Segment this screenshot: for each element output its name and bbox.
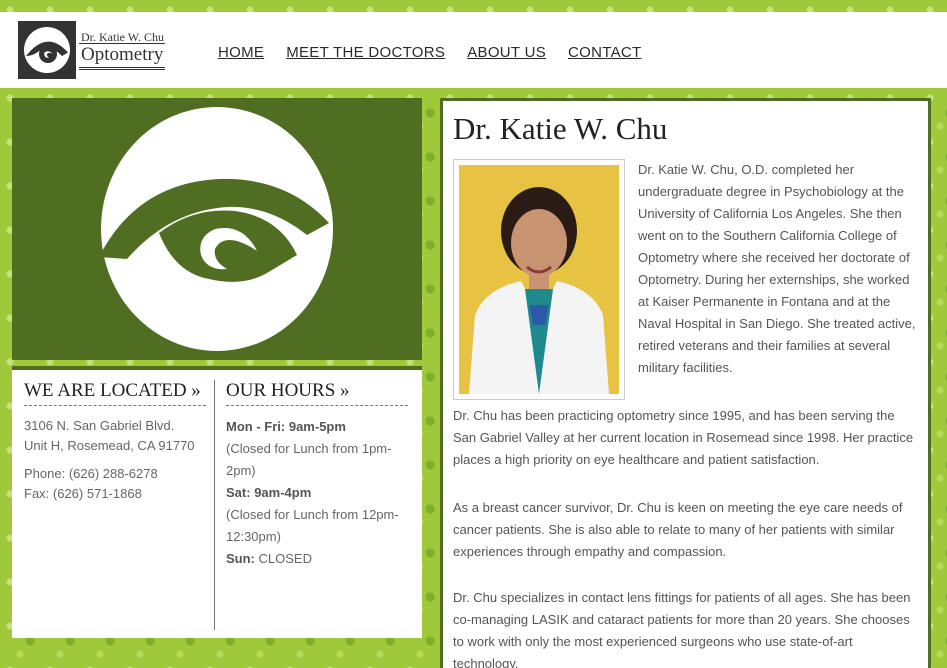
weekday-hours: Mon - Fri: 9am-5pm [226, 416, 408, 438]
hero-logo-panel [12, 98, 422, 360]
saturday-hours: Sat: 9am-4pm [226, 482, 408, 504]
eye-logo-icon [18, 21, 76, 79]
doctor-profile-panel: Dr. Katie W. Chu Dr. Katie W. Chu, O.D. … [440, 98, 931, 668]
location-heading[interactable]: WE ARE LOCATED » [24, 380, 206, 406]
weekday-lunch-note: (Closed for Lunch from 1pm-2pm) [226, 441, 392, 478]
site-logo[interactable]: Dr. Katie W. Chu Optometry [18, 20, 166, 80]
weekday-label: Mon - Fri: [226, 419, 286, 434]
hours-heading[interactable]: OUR HOURS » [226, 380, 408, 406]
main-nav: HOME MEET THE DOCTORS ABOUT US CONTACT [218, 44, 642, 61]
doctor-bio-cancer: As a breast cancer survivor, Dr. Chu is … [453, 500, 903, 559]
saturday-lunch-note: (Closed for Lunch from 12pm-12:30pm) [226, 507, 399, 544]
doctor-bio-practice: Dr. Chu has been practicing optometry si… [453, 408, 914, 467]
nav-home-link[interactable]: HOME [218, 44, 264, 61]
nav-contact-link[interactable]: CONTACT [568, 44, 641, 61]
address-line-2: Unit H, Rosemead, CA 91770 [24, 438, 195, 453]
sunday-time: CLOSED [258, 551, 312, 566]
saturday-time: 9am-4pm [254, 485, 312, 500]
left-column: WE ARE LOCATED » 3106 N. San Gabriel Blv… [12, 98, 422, 638]
logo-text: Dr. Katie W. Chu Optometry [79, 29, 166, 70]
phone-number: Phone: (626) 288-6278 [24, 466, 158, 481]
doctor-photo [453, 159, 625, 400]
logo-optometry: Optometry [79, 42, 166, 70]
doctor-portrait-image [459, 165, 619, 394]
nav-about-us-link[interactable]: ABOUT US [467, 44, 546, 61]
fax-number: Fax: (626) 571-1868 [24, 486, 142, 501]
sunday-label: Sun: [226, 551, 255, 566]
doctor-bio-education: Dr. Katie W. Chu, O.D. completed her und… [638, 162, 916, 375]
doctor-bio-specialty: Dr. Chu specializes in contact lens fitt… [453, 590, 911, 668]
address-line-1: 3106 N. San Gabriel Blvd. [24, 418, 175, 433]
site-header: Dr. Katie W. Chu Optometry HOME MEET THE… [0, 12, 947, 88]
saturday-label: Sat: [226, 485, 251, 500]
hours-section: OUR HOURS » Mon - Fri: 9am-5pm (Closed f… [226, 380, 408, 570]
sunday-hours: Sun: CLOSED [226, 548, 408, 570]
logo-doctor-name: Dr. Katie W. Chu [81, 29, 164, 44]
column-divider [214, 380, 215, 630]
doctor-name-heading: Dr. Katie W. Chu [453, 111, 668, 146]
weekday-time: 9am-5pm [288, 419, 346, 434]
nav-meet-the-doctors-link[interactable]: MEET THE DOCTORS [286, 44, 445, 61]
info-panel: WE ARE LOCATED » 3106 N. San Gabriel Blv… [12, 366, 422, 638]
large-eye-logo-icon [99, 107, 333, 351]
location-section: WE ARE LOCATED » 3106 N. San Gabriel Blv… [24, 380, 206, 504]
